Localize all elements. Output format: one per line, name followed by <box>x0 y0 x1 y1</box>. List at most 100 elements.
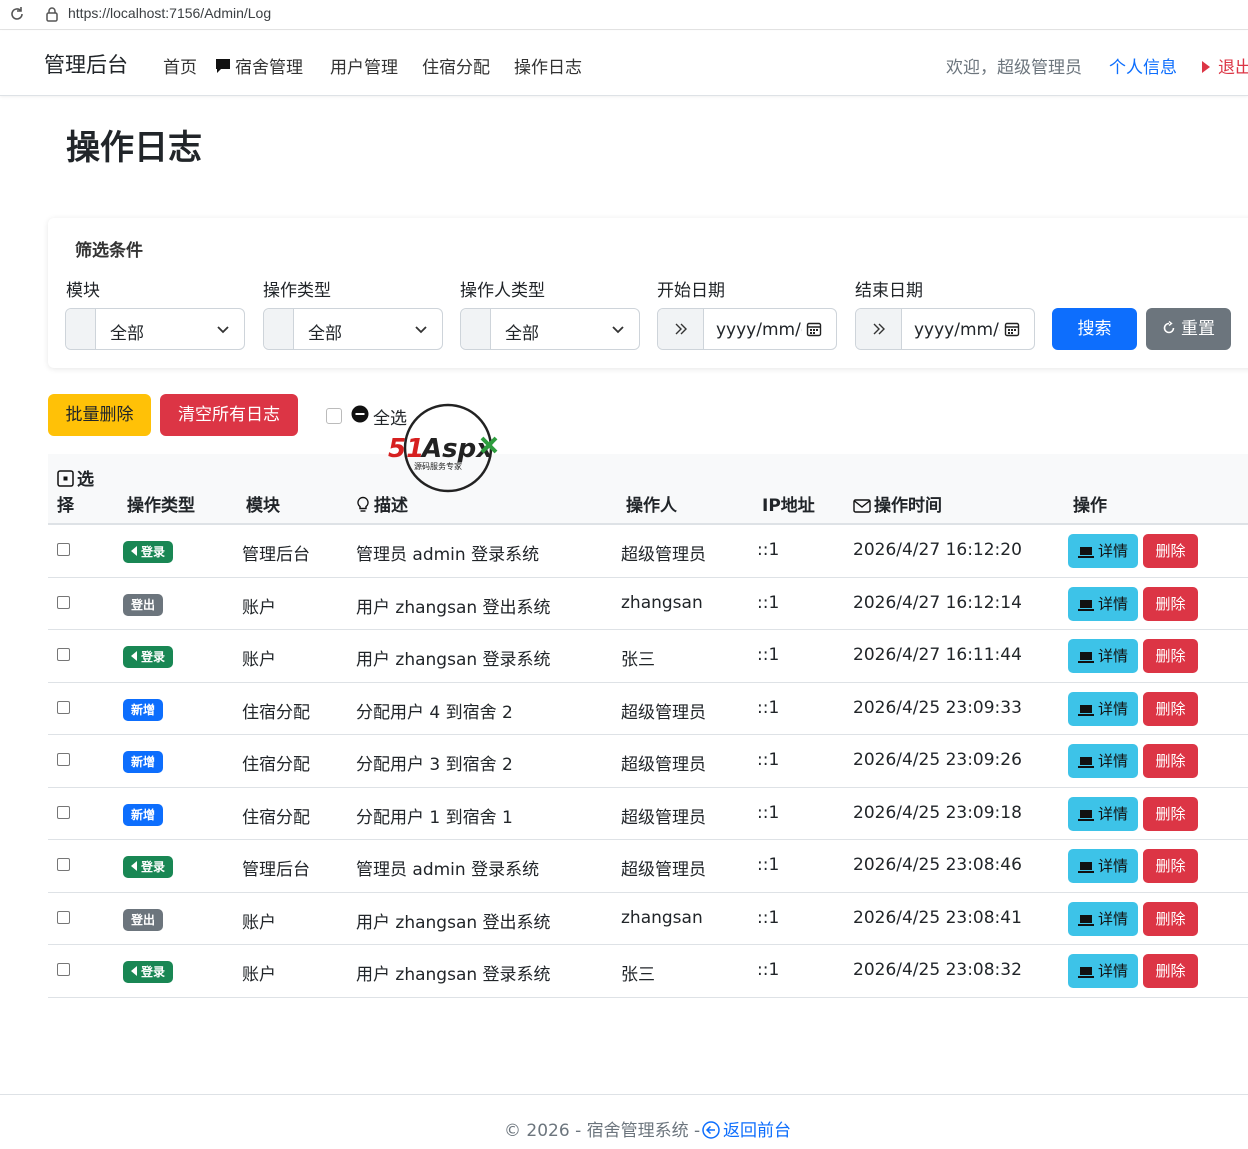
delete-button[interactable]: 删除 <box>1143 639 1198 673</box>
row-checkbox[interactable] <box>57 595 70 609</box>
optype-badge-label: 登录 <box>141 650 166 664</box>
start-date-input[interactable]: yyyy/mm/dd <box>657 308 837 350</box>
reset-button[interactable]: 重置 <box>1146 308 1231 350</box>
chevron-down-icon <box>612 326 624 334</box>
delete-button[interactable]: 删除 <box>1143 954 1198 988</box>
desc-cell: 用户 zhangsan 登录系统 <box>356 965 551 985</box>
desc-cell: 管理员 admin 登录系统 <box>356 545 540 565</box>
delete-button[interactable]: 删除 <box>1143 901 1198 936</box>
nav-dorm-management[interactable]: 宿舍管理 <box>214 53 303 78</box>
nav-user-management[interactable]: 用户管理 <box>330 53 398 78</box>
module-cell: 管理后台 <box>242 545 310 565</box>
clear-all-logs-button[interactable]: 清空所有日志 <box>160 394 298 436</box>
desc-cell: 用户 zhangsan 登出系统 <box>356 912 551 933</box>
delete-button[interactable]: 删除 <box>1143 586 1198 621</box>
start-date-placeholder: yyyy/mm/dd <box>716 320 802 340</box>
check-square-icon <box>57 470 74 487</box>
operator-cell: 超级管理员 <box>621 807 706 828</box>
module-cell: 账户 <box>242 597 276 618</box>
module-cell: 住宿分配 <box>242 807 310 828</box>
optype-filter-label: 操作类型 <box>263 281 331 301</box>
detail-button[interactable]: 详情 <box>1068 639 1138 673</box>
delete-button[interactable]: 删除 <box>1143 691 1198 726</box>
back-to-frontend-link[interactable]: 返回前台 <box>702 1116 791 1141</box>
caret-left-icon <box>131 861 137 871</box>
operator-type-select[interactable]: 全部 <box>460 308 640 350</box>
search-button[interactable]: 搜索 <box>1052 308 1137 350</box>
th-ip: IP地址 <box>762 496 815 516</box>
caret-left-icon <box>131 651 137 661</box>
detail-button[interactable]: 详情 <box>1068 796 1138 831</box>
row-checkbox[interactable] <box>57 543 70 556</box>
select-addon <box>264 309 294 349</box>
row-checkbox[interactable] <box>57 963 70 976</box>
batch-delete-button[interactable]: 批量删除 <box>48 394 151 436</box>
caret-right-icon <box>1202 61 1210 73</box>
detail-button[interactable]: 详情 <box>1068 691 1138 726</box>
laptop-icon <box>1077 914 1094 926</box>
desc-cell: 用户 zhangsan 登出系统 <box>356 597 551 618</box>
desc-cell: 用户 zhangsan 登录系统 <box>356 650 551 670</box>
delete-button[interactable]: 删除 <box>1143 796 1198 831</box>
reset-label: 重置 <box>1181 319 1215 339</box>
chevron-down-icon <box>415 326 427 334</box>
browser-address-bar: https://localhost:7156/Admin/Log <box>0 0 1248 30</box>
end-date-input[interactable]: yyyy/mm/dd <box>855 308 1035 350</box>
table-row: 登录 账户 用户 zhangsan 登录系统 张三::1 2026/4/25 23:08… <box>48 945 1248 998</box>
optype-select[interactable]: 全部 <box>263 308 443 350</box>
row-checkbox[interactable] <box>57 753 70 766</box>
detail-button[interactable]: 详情 <box>1068 534 1138 568</box>
row-checkbox[interactable] <box>57 805 70 819</box>
detail-button[interactable]: 详情 <box>1068 954 1138 988</box>
row-checkbox[interactable] <box>57 648 70 661</box>
welcome-text: 欢迎，超级管理员 <box>946 58 1082 78</box>
detail-button[interactable]: 详情 <box>1068 901 1138 936</box>
ip-cell: ::1 <box>757 907 780 928</box>
time-cell: 2026/4/27 16:12:14 <box>853 592 1022 613</box>
site-info-icon[interactable] <box>44 5 60 23</box>
svg-text:51: 51 <box>388 434 424 464</box>
desc-cell: 分配用户 4 到宿舍 2 <box>356 702 513 723</box>
optype-badge-label: 新增 <box>131 702 156 717</box>
reload-icon[interactable] <box>8 5 26 23</box>
calendar-icon[interactable] <box>1004 321 1020 337</box>
module-cell: 账户 <box>242 912 276 933</box>
row-checkbox[interactable] <box>57 700 70 714</box>
module-select[interactable]: 全部 <box>65 308 245 350</box>
th-time: 操作时间 <box>853 491 942 516</box>
nav-home[interactable]: 首页 <box>163 53 197 78</box>
profile-link[interactable]: 个人信息 <box>1109 53 1177 78</box>
nav-accommodation[interactable]: 住宿分配 <box>422 53 490 78</box>
table-body: 登录 管理后台 管理员 admin 登录系统 超级管理员::1 2026/4/27 16… <box>48 525 1248 998</box>
select-all-checkbox[interactable] <box>326 408 342 424</box>
url-text[interactable]: https://localhost:7156/Admin/Log <box>68 5 271 21</box>
detail-button[interactable]: 详情 <box>1068 744 1138 778</box>
row-checkbox[interactable] <box>57 910 70 924</box>
row-checkbox[interactable] <box>57 858 70 871</box>
laptop-icon <box>1077 862 1094 873</box>
calendar-icon[interactable] <box>806 321 822 337</box>
th-desc-label: 描述 <box>374 496 408 516</box>
desc-cell: 分配用户 3 到宿舍 2 <box>356 755 513 775</box>
table-row: 新增 住宿分配 分配用户 3 到宿舍 2 超级管理员::1 2026/4/25 23:0… <box>48 735 1248 788</box>
select-addon <box>461 309 491 349</box>
module-cell: 账户 <box>242 650 276 670</box>
delete-button[interactable]: 删除 <box>1143 744 1198 778</box>
optype-badge-label: 新增 <box>131 755 156 769</box>
module-cell: 住宿分配 <box>242 702 310 723</box>
51aspx-watermark-logo: 51 Aspx 源码服务专家 <box>388 403 498 493</box>
navbar-brand[interactable]: 管理后台 <box>44 49 128 79</box>
optype-badge: 登录 <box>123 646 174 668</box>
start-date-label: 开始日期 <box>657 281 725 301</box>
detail-button[interactable]: 详情 <box>1068 849 1138 883</box>
logout-link[interactable]: 退出 <box>1200 53 1248 78</box>
detail-label: 详情 <box>1097 647 1128 665</box>
delete-button[interactable]: 删除 <box>1143 849 1198 883</box>
ip-cell: ::1 <box>757 855 780 875</box>
double-chevron-right-icon <box>675 323 687 335</box>
table-row: 登录 管理后台 管理员 admin 登录系统 超级管理员::1 2026/4/25 23… <box>48 840 1248 893</box>
operator-cell: 超级管理员 <box>621 545 706 565</box>
delete-button[interactable]: 删除 <box>1143 534 1198 568</box>
nav-operation-log[interactable]: 操作日志 <box>514 53 582 78</box>
detail-button[interactable]: 详情 <box>1068 586 1138 621</box>
